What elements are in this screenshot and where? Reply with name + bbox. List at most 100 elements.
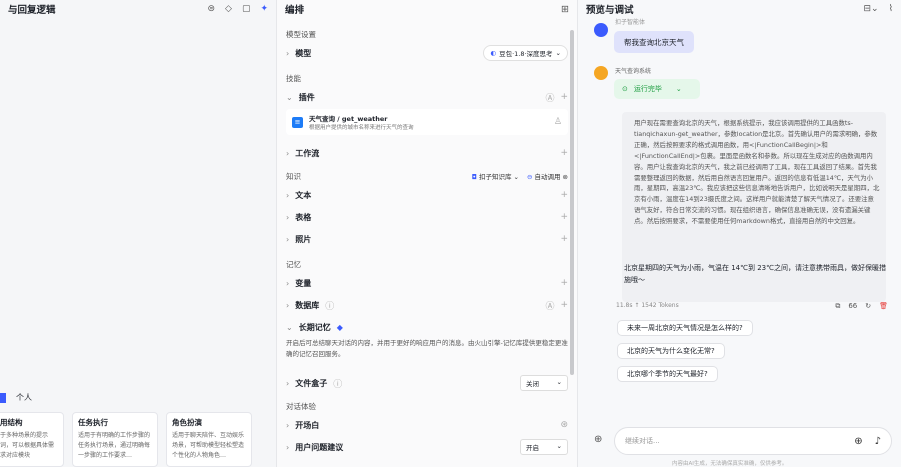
text-row[interactable]: › 文本 + <box>277 184 577 206</box>
section-skills: 技能 <box>286 73 301 83</box>
preview-header: 预览与调试 ⊟⌄ ⌇ <box>578 0 901 18</box>
refresh-icon[interactable]: ↻ <box>865 302 871 311</box>
user-icon: ♙ <box>553 117 562 127</box>
chevron-right-icon: › <box>286 420 290 430</box>
auto-icon[interactable]: Ⓐ <box>545 299 554 312</box>
chevron-down-icon: ⌄ <box>286 92 293 102</box>
table-row[interactable]: › 表格 + <box>277 206 577 228</box>
bot-avatar <box>594 66 608 80</box>
section-knowledge: 知识 ◘ 扣子知识库 ⌄ ⊖ 自动调用 ⊚ <box>286 171 568 182</box>
orchestration-title: 编排 <box>285 5 305 16</box>
add-workflow-icon[interactable]: + <box>560 148 568 158</box>
expand-icon[interactable]: ▢ <box>242 4 251 14</box>
chevron-right-icon: › <box>286 442 290 452</box>
auto-icon[interactable]: Ⓐ <box>545 91 554 104</box>
knowledge-base-select[interactable]: ◘ 扣子知识库 ⌄ <box>472 171 519 181</box>
check-icon: ⊙ <box>622 85 628 93</box>
add-icon[interactable]: ⊕ <box>854 436 862 447</box>
scrollbar[interactable] <box>570 30 574 375</box>
plugin-icon: ≡ <box>292 116 303 128</box>
prompt-header: 与回复逻辑 ⊜ ◇ ▢ ✦ <box>0 0 276 18</box>
elapsed-time: 11.8s <box>616 302 633 309</box>
chevron-right-icon: › <box>286 378 290 388</box>
filebox-select[interactable]: 关闭 ⌄ <box>520 375 568 391</box>
robot-icon[interactable]: ⊜ <box>207 4 215 14</box>
chevron-right-icon: › <box>286 148 290 158</box>
mic-icon[interactable]: ♪ <box>875 436 881 447</box>
filebox-row[interactable]: › 文件盒子 ⓘ 关闭 ⌄ <box>277 372 577 394</box>
opening-row[interactable]: › 开场白 ⊛ <box>277 414 577 436</box>
template-tabs: 个人 <box>0 392 32 403</box>
database-row[interactable]: › 数据库 ⓘ Ⓐ + <box>277 294 577 316</box>
layout-icon[interactable]: ⊞ <box>561 4 569 15</box>
template-card[interactable]: 任务执行 适用于有明确的工作步骤的任务执行场景，通过明确每一步骤的工作要求… <box>72 412 158 467</box>
long-memory-desc: 开启后可总结聊天对话的内容，并用于更好的响应用户的消息。由火山引擎-记忆库提供更… <box>286 339 568 358</box>
next-suggest-row[interactable]: › 用户问题建议 开启 ⌄ <box>277 436 577 458</box>
pin-icon[interactable]: ◇ <box>225 4 232 14</box>
long-memory-row[interactable]: ⌄ 长期记忆 ◆ <box>277 316 577 338</box>
quote-icon[interactable]: 66 <box>848 302 857 311</box>
auto-call-select[interactable]: ⊖ 自动调用 ⊚ <box>527 171 568 181</box>
user-message: 帮我查询北京天气 <box>614 31 694 53</box>
model-select[interactable]: ◐ 豆包·1.8·深度思考 ⌄ <box>483 45 568 61</box>
token-count: 1542 Tokens <box>641 302 679 309</box>
info-icon[interactable]: ⓘ <box>333 377 342 390</box>
preview-title: 预览与调试 <box>586 5 634 16</box>
add-variable-icon[interactable]: + <box>560 278 568 288</box>
variable-row[interactable]: › 变量 + <box>277 272 577 294</box>
user-avatar <box>594 23 608 37</box>
model-logo-icon: ◐ <box>490 49 497 57</box>
section-memory: 记忆 <box>286 259 301 269</box>
info-icon[interactable]: ⓘ <box>325 299 334 312</box>
chat-input-placeholder: 继续对话... <box>625 437 660 445</box>
attachment-icon[interactable]: ⊕ <box>594 434 602 445</box>
prompt-title: 与回复逻辑 <box>8 5 56 16</box>
chevron-right-icon: › <box>286 212 290 222</box>
brush-icon[interactable]: ⌇ <box>889 4 893 14</box>
clear-icon[interactable]: ⊟⌄ <box>864 4 879 14</box>
template-card[interactable]: 角色扮演 适用于聊天陪伴、互动娱乐场景，可帮助模型轻松塑造个性化的人物角色… <box>166 412 252 467</box>
chevron-right-icon: › <box>286 278 290 288</box>
plugin-item[interactable]: ≡ 天气查询 / get_weather 根据用户提供的城市名称来进行天气的查询… <box>286 109 568 135</box>
suggestion-chip[interactable]: 北京的天气为什么变化无常? <box>617 343 725 359</box>
photo-row[interactable]: › 照片 + <box>277 228 577 250</box>
next-suggest-select[interactable]: 开启 ⌄ <box>520 439 568 455</box>
chevron-down-icon: ⌄ <box>286 322 293 332</box>
model-row[interactable]: › 模型 ◐ 豆包·1.8·深度思考 ⌄ <box>277 42 577 64</box>
template-cards: 用结构 于多种场景的提示词，可以根据具体需求对应模块 任务执行 适用于有明确的工… <box>0 412 252 467</box>
gem-icon: ◆ <box>336 322 343 332</box>
suggestion-chip[interactable]: 未来一周北京的天气情况是怎么样的? <box>617 320 753 336</box>
prompt-panel: 与回复逻辑 ⊜ ◇ ▢ ✦ 个人 用结构 于多种场景的提示词，可以根据具体需求对… <box>0 0 276 467</box>
section-dialog-exp: 对话体验 <box>286 401 316 411</box>
delete-icon[interactable]: 🗑 <box>879 302 888 311</box>
disclaimer: 内容由AI生成，无法确保真实准确，仅供参考。 <box>672 461 788 467</box>
add-text-icon[interactable]: + <box>560 190 568 200</box>
add-photo-icon[interactable]: + <box>560 234 568 244</box>
plugin-row[interactable]: ⌄ 插件 Ⓐ + <box>277 86 577 108</box>
run-status[interactable]: ⊙ 运行完毕 ⌄ <box>614 79 700 99</box>
add-database-icon[interactable]: + <box>560 300 568 310</box>
message-meta: 11.8s ↑ 1542 Tokens ⧉ 66 ↻ 🗑 <box>616 302 888 311</box>
chat-input[interactable]: 继续对话... ⊕ ♪ <box>614 427 892 455</box>
tab-personal[interactable]: 个人 <box>16 392 32 403</box>
tab-indicator <box>0 392 6 403</box>
chevron-right-icon: › <box>286 234 290 244</box>
reasoning-text: 用户现在需要查询北京的天气，根据系统提示，我应该调用提供的工具函数ts-tian… <box>634 119 880 226</box>
chevron-right-icon: › <box>286 190 290 200</box>
copy-icon[interactable]: ⧉ <box>835 302 840 311</box>
add-plugin-icon[interactable]: + <box>560 92 568 102</box>
magic-icon[interactable]: ✦ <box>260 4 268 14</box>
workflow-row[interactable]: › 工作流 + <box>277 142 577 164</box>
orchestration-header: 编排 ⊞ <box>277 0 577 18</box>
suggestion-chip[interactable]: 北京哪个季节的天气最好? <box>617 366 718 382</box>
chevron-down-icon: ⌄ <box>675 85 682 93</box>
bot-answer: 北京星期四的天气为小雨，气温在 14℃到 23℃之间，请注意携带雨具，做好保暖措… <box>624 264 886 284</box>
chevron-right-icon: › <box>286 300 290 310</box>
orchestration-panel: 编排 ⊞ 模型设置 › 模型 ◐ 豆包·1.8·深度思考 ⌄ 技能 ⌄ 插件 Ⓐ + ≡ … <box>276 0 578 467</box>
template-card[interactable]: 用结构 于多种场景的提示词，可以根据具体需求对应模块 <box>0 412 64 467</box>
add-table-icon[interactable]: + <box>560 212 568 222</box>
settings-icon[interactable]: ⊛ <box>560 420 568 430</box>
bot-name: 天气查询系统 <box>615 68 652 75</box>
chevron-right-icon: › <box>286 48 290 58</box>
user-name: 扣子智能体 <box>615 19 646 26</box>
